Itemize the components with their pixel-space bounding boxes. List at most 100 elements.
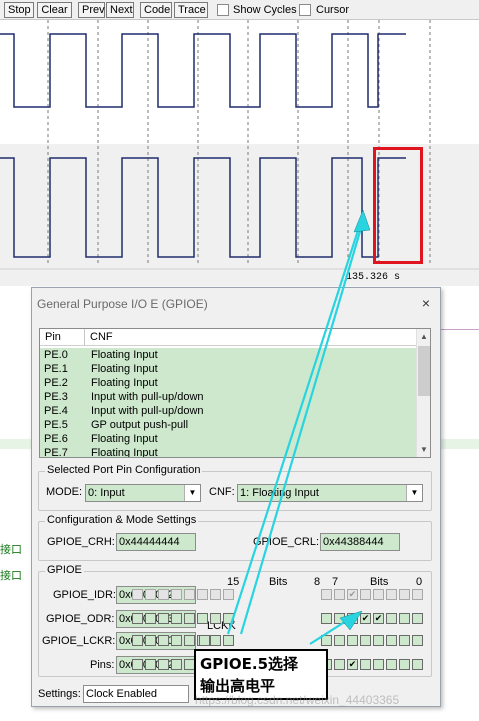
odr-bit-checkbox[interactable] (321, 613, 332, 624)
highlight-strip (441, 439, 479, 449)
pin-cnf: Floating Input (91, 447, 158, 458)
pins-bit-checkbox[interactable] (412, 659, 423, 670)
dialog-title: General Purpose I/O E (GPIOE) (37, 297, 208, 311)
close-icon[interactable]: × (418, 295, 434, 311)
odr-bit-checkbox[interactable] (184, 613, 195, 624)
lckr-bit-checkbox[interactable] (184, 635, 195, 646)
lckr-bit-checkbox[interactable] (158, 635, 169, 646)
pins-bit-checkbox[interactable] (145, 659, 156, 670)
annotation-line-1: GPIOE.5选择 (200, 655, 299, 673)
pin-cnf: Floating Input (91, 363, 158, 375)
odr-bit-checkbox[interactable] (197, 613, 208, 624)
header-pin[interactable]: Pin (45, 331, 61, 343)
chevron-down-icon[interactable]: ▼ (406, 485, 422, 501)
pin-name: PE.5 (44, 419, 68, 431)
cursor-checkbox[interactable] (299, 4, 311, 16)
pin-row[interactable]: PE.1 Floating Input (40, 362, 416, 376)
chevron-down-icon[interactable]: ▼ (184, 485, 200, 501)
pins-bit-checkbox[interactable] (373, 659, 384, 670)
lckr-bit-checkbox[interactable] (210, 635, 221, 646)
code-button[interactable]: Code (140, 2, 172, 18)
lckr-bit-checkbox[interactable] (386, 635, 397, 646)
idr-bit-checkbox (412, 589, 423, 600)
lckr-bit-checkbox[interactable] (399, 635, 410, 646)
lckr-bit-checkbox[interactable] (360, 635, 371, 646)
header-separator (84, 329, 85, 346)
show-cycles-checkbox[interactable] (217, 4, 229, 16)
odr-bit-checkbox[interactable] (132, 613, 143, 624)
separator-line (441, 329, 479, 330)
idr-bit-checkbox (223, 589, 234, 600)
pin-cnf: Floating Input (91, 377, 158, 389)
lckr-bit-checkbox[interactable] (223, 635, 234, 646)
pin-row[interactable]: PE.3 Input with pull-up/down (40, 390, 416, 404)
time-readout: 135.326 s (346, 272, 401, 283)
bits-high-label: 15 (227, 576, 240, 588)
settings-field[interactable]: Clock Enabled (83, 685, 189, 703)
pin-row[interactable]: PE.7 Floating Input (40, 446, 416, 458)
lckr-bit-checkbox[interactable] (347, 635, 358, 646)
odr-bit-checkbox[interactable] (412, 613, 423, 624)
pin-cnf: Input with pull-up/down (91, 391, 204, 403)
clear-button[interactable]: Clear (37, 2, 72, 18)
lckr-bit-checkbox[interactable] (132, 635, 143, 646)
pin-list-scrollbar[interactable]: ▲ ▼ (416, 329, 430, 457)
odr-label: GPIOE_ODR: (46, 613, 115, 625)
pin-row[interactable]: PE.0 Floating Input (40, 348, 416, 362)
lckr-bit-checkbox[interactable] (171, 635, 182, 646)
crl-field[interactable]: 0x44388444 (320, 533, 400, 551)
odr-bit-checkbox[interactable] (347, 613, 358, 624)
idr-bit-checkbox (399, 589, 410, 600)
next-button[interactable]: Next (106, 2, 134, 18)
scroll-down-icon[interactable]: ▼ (417, 443, 430, 457)
trace-button[interactable]: Trace (174, 2, 208, 18)
mode-select[interactable]: 0: Input ▼ (85, 484, 201, 502)
lckr-bit-checkbox[interactable] (412, 635, 423, 646)
side-text-1: 接口 (0, 544, 22, 556)
pin-name: PE.0 (44, 349, 68, 361)
pin-cnf: Floating Input (91, 349, 158, 361)
lckr-bit-checkbox[interactable] (334, 635, 345, 646)
odr-bit-checkbox[interactable] (386, 613, 397, 624)
pins-bit-checkbox[interactable] (347, 659, 358, 670)
odr-bit-checkbox[interactable] (334, 613, 345, 624)
scroll-up-icon[interactable]: ▲ (417, 330, 430, 344)
odr-bit-checkbox[interactable] (373, 613, 384, 624)
pins-bit-checkbox[interactable] (399, 659, 410, 670)
odr-bit-checkbox[interactable] (360, 613, 371, 624)
idr-bit-checkbox (145, 589, 156, 600)
pins-bit-checkbox[interactable] (360, 659, 371, 670)
idr-bit-checkbox (197, 589, 208, 600)
pins-bit-checkbox[interactable] (386, 659, 397, 670)
pin-row[interactable]: PE.2 Floating Input (40, 376, 416, 390)
pins-bit-checkbox[interactable] (132, 659, 143, 670)
pins-bit-checkbox[interactable] (158, 659, 169, 670)
odr-bit-checkbox[interactable] (210, 613, 221, 624)
lckr-bit-checkbox[interactable] (321, 635, 332, 646)
selected-pin-group-title: Selected Port Pin Configuration (45, 464, 203, 476)
pin-row[interactable]: PE.6 Floating Input (40, 432, 416, 446)
idr-label: GPIOE_IDR: (53, 589, 116, 601)
idr-bit-checkbox (210, 589, 221, 600)
crh-field[interactable]: 0x44444444 (116, 533, 196, 551)
scrollbar-thumb[interactable] (418, 346, 430, 396)
pin-row[interactable]: PE.5 GP output push-pull (40, 418, 416, 432)
odr-bit-checkbox[interactable] (158, 613, 169, 624)
pins-label: Pins: (90, 659, 115, 671)
cnf-value: 1: Floating Input (240, 487, 319, 499)
odr-bit-checkbox[interactable] (223, 613, 234, 624)
lckr-bit-checkbox[interactable] (145, 635, 156, 646)
pins-bit-checkbox[interactable] (334, 659, 345, 670)
odr-bit-checkbox[interactable] (171, 613, 182, 624)
lckr-bit-checkbox[interactable] (373, 635, 384, 646)
lckk-checkbox[interactable] (199, 635, 210, 646)
pin-list[interactable]: Pin CNF PE.0 Floating Input PE.1 Floating … (39, 328, 431, 458)
header-cnf[interactable]: CNF (90, 331, 113, 343)
pin-row[interactable]: PE.4 Input with pull-up/down (40, 404, 416, 418)
stop-button[interactable]: Stop (4, 2, 34, 18)
odr-bit-checkbox[interactable] (399, 613, 410, 624)
pins-bit-checkbox[interactable] (171, 659, 182, 670)
cnf-select[interactable]: 1: Floating Input ▼ (237, 484, 423, 502)
prev-button[interactable]: Prev (78, 2, 105, 18)
odr-bit-checkbox[interactable] (145, 613, 156, 624)
